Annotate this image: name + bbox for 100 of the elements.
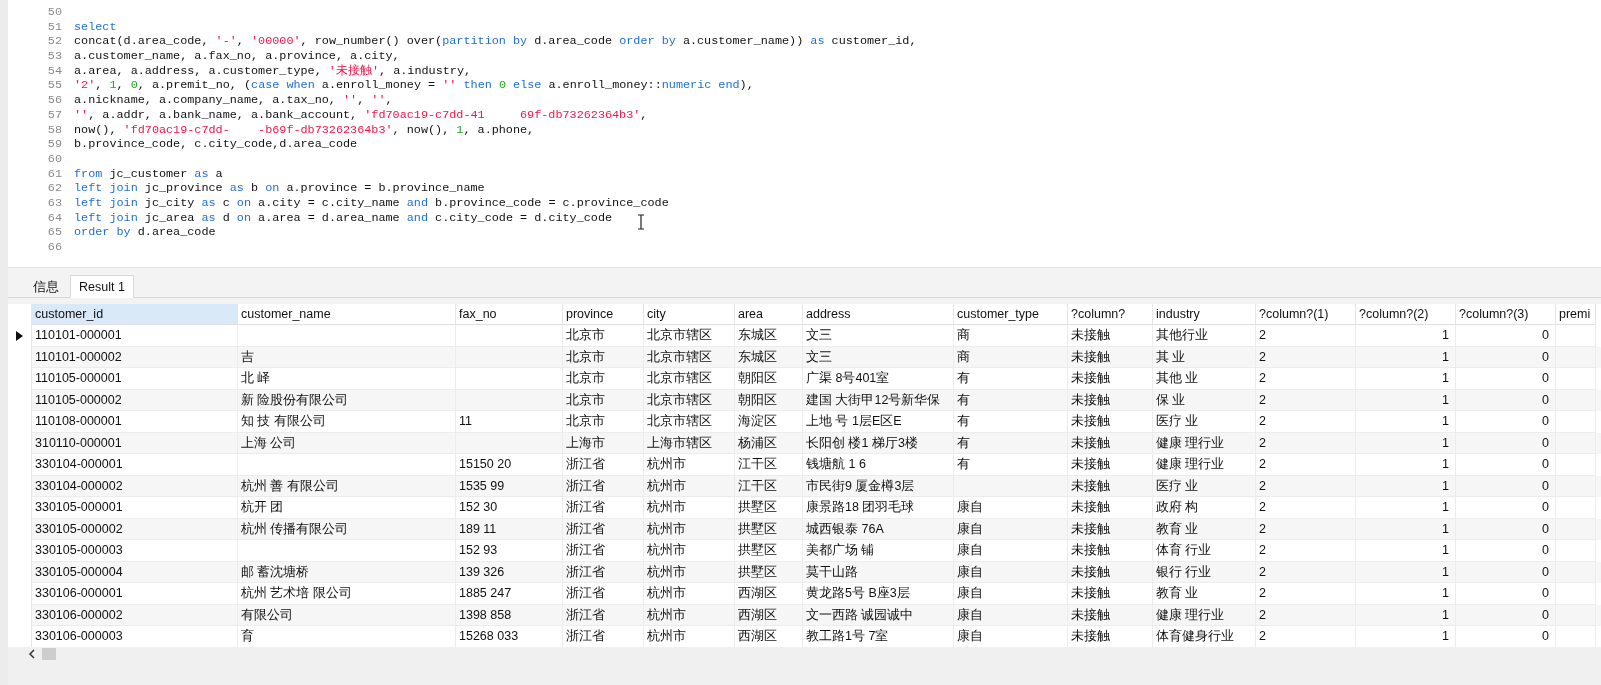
code-line: left join jc_area as d on a.area = d.area_name and c.city_code = d.city_code <box>74 210 613 226</box>
line-number: 63 <box>46 195 63 211</box>
line-number: 60 <box>46 151 63 167</box>
code-line: '2', 1, 0, a.premit_no, (case when a.enroll_money = '' then 0 else a.enroll_money::numeric end), <box>74 78 754 94</box>
table-cell: 152 30 <box>456 497 563 519</box>
table-cell: 未接触 <box>1068 368 1153 390</box>
line-number: 58 <box>46 122 63 138</box>
table-cell: 1 <box>1356 497 1456 519</box>
code-line: a.nickname, a.company_name, a.tax_no, '', '', <box>74 93 393 108</box>
code-line: now(), 'fd70ac19-c7dd- -b69f-db73262364b3', now(), 1, a.phone, <box>74 122 535 138</box>
text-cursor-icon <box>637 214 645 230</box>
table-cell: 0 <box>1456 325 1556 347</box>
table-cell: 政府 构 <box>1153 497 1256 519</box>
current-row-icon <box>16 330 23 341</box>
table-cell: 北京市 <box>563 368 644 390</box>
table-cell: 浙江省 <box>563 583 644 605</box>
table-cell: 健康 理行业 <box>1153 454 1256 476</box>
code-line: b.province_code, c.city_code,d.area_code <box>74 137 358 152</box>
column-header[interactable]: customer_id <box>32 304 238 325</box>
line-number: 51 <box>46 19 63 35</box>
table-cell: 11 <box>456 411 563 433</box>
line-number: 53 <box>46 49 63 64</box>
table-cell: 2 <box>1256 583 1356 605</box>
table-cell: 330105-000001 <box>32 497 238 519</box>
code-line: select <box>74 19 117 35</box>
table-cell: 美都广场 铺 <box>803 540 954 562</box>
code-line: '', a.addr, a.bank_name, a.bank_account, 'fd70ac19-c7dd-41 69f-db73262364b3', <box>74 107 648 123</box>
table-cell: 0 <box>1456 411 1556 433</box>
table-cell: 杭州市 <box>644 454 735 476</box>
table-cell: 0 <box>1456 454 1556 476</box>
table-cell: 黄龙路5号 B座3层 <box>803 583 954 605</box>
table-cell: 1 <box>1356 411 1456 433</box>
table-cell: 北京市辖区 <box>644 368 735 390</box>
table-cell: 知 技 有限公司 <box>238 411 456 433</box>
table-cell: 杭开 团 <box>238 497 456 519</box>
table-cell: 文三 <box>803 325 954 347</box>
table-cell: 广渠 8号401室 <box>803 368 954 390</box>
table-cell: 330105-000003 <box>32 540 238 562</box>
table-cell: 152 93 <box>456 540 563 562</box>
result-tab[interactable]: 信息 <box>24 275 68 298</box>
line-number: 61 <box>46 166 63 182</box>
line-number: 50 <box>46 5 63 20</box>
table-cell: 北 峄 <box>238 368 456 390</box>
code-line: order by d.area_code <box>74 225 216 240</box>
scroll-left-icon[interactable] <box>28 649 36 659</box>
table-cell: 商 <box>954 325 1068 347</box>
table-cell: 浙江省 <box>563 540 644 562</box>
code-line: left join jc_province as b on a.province = b.province_name <box>74 181 485 196</box>
table-cell: 2 <box>1256 454 1356 476</box>
table-cell: 110105-000001 <box>32 368 238 390</box>
code-line: a.area, a.address, a.customer_type, '未接触', a.industry, <box>74 63 472 79</box>
table-cell: 杭州 艺术培 限公司 <box>238 583 456 605</box>
table-cell: 0 <box>1456 368 1556 390</box>
table-cell: 未接触 <box>1068 325 1153 347</box>
table-cell: 钱塘航 1 6 <box>803 454 954 476</box>
table-cell: 2 <box>1256 325 1356 347</box>
line-number: 62 <box>46 181 63 196</box>
scrollbar-thumb[interactable] <box>42 648 56 660</box>
table-cell: 浙江省 <box>563 497 644 519</box>
table-cell: 医疗 业 <box>1153 411 1256 433</box>
table-cell: 上地 号 1层E区E <box>803 411 954 433</box>
table-cell: 有 <box>954 411 1068 433</box>
table-cell: 拱墅区 <box>735 497 803 519</box>
table-cell: 有 <box>954 368 1068 390</box>
table-cell: 浙江省 <box>563 454 644 476</box>
table-cell: 330104-000001 <box>32 454 238 476</box>
table-cell: 有 <box>954 454 1068 476</box>
code-line: concat(d.area_code, '-', '00000', row_number() over(partition by d.area_code order by a.customer_name)) as customer_id, <box>74 34 917 50</box>
table-cell: 杭州市 <box>644 540 735 562</box>
line-number: 65 <box>46 225 63 240</box>
table-cell: 0 <box>1456 497 1556 519</box>
table-cell: 江干区 <box>735 454 803 476</box>
line-number: 59 <box>46 137 63 152</box>
table-cell: 110101-000001 <box>32 325 238 347</box>
table-cell: 拱墅区 <box>735 540 803 562</box>
line-number: 57 <box>46 107 63 123</box>
code-line: a.customer_name, a.fax_no, a.province, a.city, <box>74 49 400 64</box>
table-cell: 未接触 <box>1068 454 1153 476</box>
line-number: 56 <box>46 93 63 108</box>
horizontal-scrollbar[interactable] <box>8 647 1601 661</box>
table-cell: 未接触 <box>1068 583 1153 605</box>
table-cell: 1 <box>1356 454 1456 476</box>
table-cell: 2 <box>1256 497 1356 519</box>
table-cell: 未接触 <box>1068 540 1153 562</box>
line-number: 55 <box>46 78 63 94</box>
table-cell: 2 <box>1256 540 1356 562</box>
table-cell: 北京市辖区 <box>644 325 735 347</box>
table-cell: 海淀区 <box>735 411 803 433</box>
result-tab[interactable]: Result 1 <box>70 275 134 298</box>
table-cell: 北京市 <box>563 325 644 347</box>
table-cell: 北京市 <box>563 411 644 433</box>
table-cell: 西湖区 <box>735 583 803 605</box>
table-cell: 杭州市 <box>644 583 735 605</box>
table-cell: 1 <box>1356 540 1456 562</box>
table-cell: 其他行业 <box>1153 325 1256 347</box>
table-cell: 330106-000001 <box>32 583 238 605</box>
table-cell: 1 <box>1356 325 1456 347</box>
table-cell: 其他 业 <box>1153 368 1256 390</box>
table-cell: 2 <box>1256 368 1356 390</box>
table-cell: 0 <box>1456 540 1556 562</box>
